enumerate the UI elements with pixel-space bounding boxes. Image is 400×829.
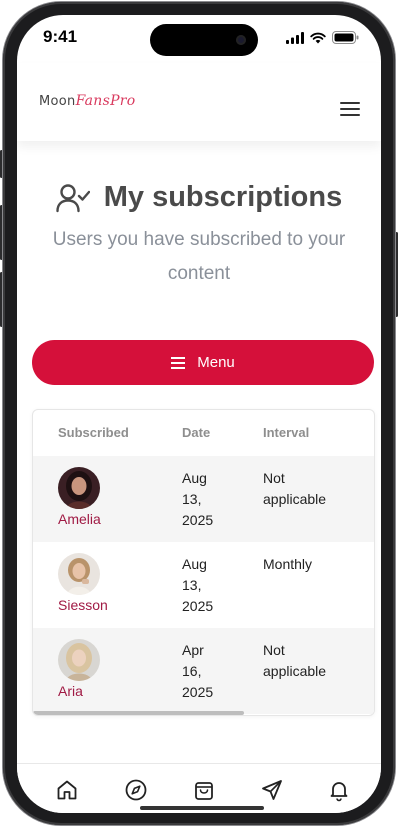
menu-button[interactable]: Menu bbox=[32, 340, 374, 385]
wifi-icon bbox=[310, 32, 326, 43]
phone-frame: 9:41 MoonFansPro My subscriptions Users … bbox=[3, 2, 395, 825]
column-header-subscribed: Subscribed bbox=[58, 425, 129, 440]
signal-icon bbox=[286, 31, 304, 44]
screen: 9:41 MoonFansPro My subscriptions Users … bbox=[17, 15, 381, 813]
subscription-date: Aug 13, 2025 bbox=[182, 556, 214, 614]
avatar[interactable] bbox=[58, 639, 100, 681]
bell-icon[interactable] bbox=[327, 778, 351, 802]
subscription-date: Aug 13, 2025 bbox=[182, 470, 214, 528]
menu-button-label: Menu bbox=[197, 354, 235, 371]
subscription-date: Apr 16, 2025 bbox=[182, 642, 214, 700]
subscription-interval: Monthly bbox=[263, 556, 313, 572]
avatar[interactable] bbox=[58, 553, 100, 595]
page-title: My subscriptions bbox=[56, 181, 343, 214]
top-header: MoonFansPro bbox=[17, 63, 381, 141]
home-indicator[interactable] bbox=[140, 806, 264, 810]
status-time: 9:41 bbox=[43, 27, 78, 46]
dynamic-island bbox=[150, 24, 258, 56]
battery-icon bbox=[332, 31, 359, 44]
page-title-text: My subscriptions bbox=[103, 181, 343, 213]
brand-logo[interactable]: MoonFansPro bbox=[39, 93, 136, 109]
subscription-interval: Not applicable bbox=[263, 470, 327, 507]
table-row: Siesson Aug 13, 2025 Monthly bbox=[33, 542, 374, 628]
user-check-icon bbox=[56, 183, 90, 212]
logo-text-moon: Moon bbox=[39, 94, 76, 109]
horizontal-scrollbar[interactable] bbox=[33, 711, 244, 715]
compass-icon[interactable] bbox=[124, 778, 148, 802]
page-subtitle: Users you have subscribed to your conten… bbox=[52, 228, 346, 284]
subscriptions-table: Subscribed Date Interval Amelia Aug 13, bbox=[32, 409, 375, 716]
subscriber-name[interactable]: Siesson bbox=[58, 597, 108, 613]
table-header: Subscribed Date Interval bbox=[33, 410, 374, 456]
table-row: Amelia Aug 13, 2025 Not applicable bbox=[33, 456, 374, 542]
hamburger-icon[interactable] bbox=[340, 102, 360, 116]
home-icon[interactable] bbox=[55, 778, 79, 802]
table-row: Aria Apr 16, 2025 Not applicable bbox=[33, 628, 374, 714]
column-header-date: Date bbox=[182, 425, 211, 440]
page-heading: My subscriptions Users you have subscrib… bbox=[17, 181, 381, 291]
send-icon[interactable] bbox=[260, 778, 284, 802]
status-icons bbox=[286, 31, 359, 44]
hamburger-icon bbox=[171, 354, 186, 372]
logo-text-fanspro: FansPro bbox=[75, 93, 136, 109]
shopping-bag-icon[interactable] bbox=[192, 778, 216, 802]
subscriber-name[interactable]: Aria bbox=[58, 683, 83, 699]
power-button bbox=[395, 232, 398, 317]
column-header-interval: Interval bbox=[263, 425, 310, 440]
subscriber-name[interactable]: Amelia bbox=[58, 511, 101, 527]
subscription-interval: Not applicable bbox=[263, 642, 327, 679]
avatar[interactable] bbox=[58, 467, 100, 509]
camera-icon bbox=[236, 35, 246, 45]
